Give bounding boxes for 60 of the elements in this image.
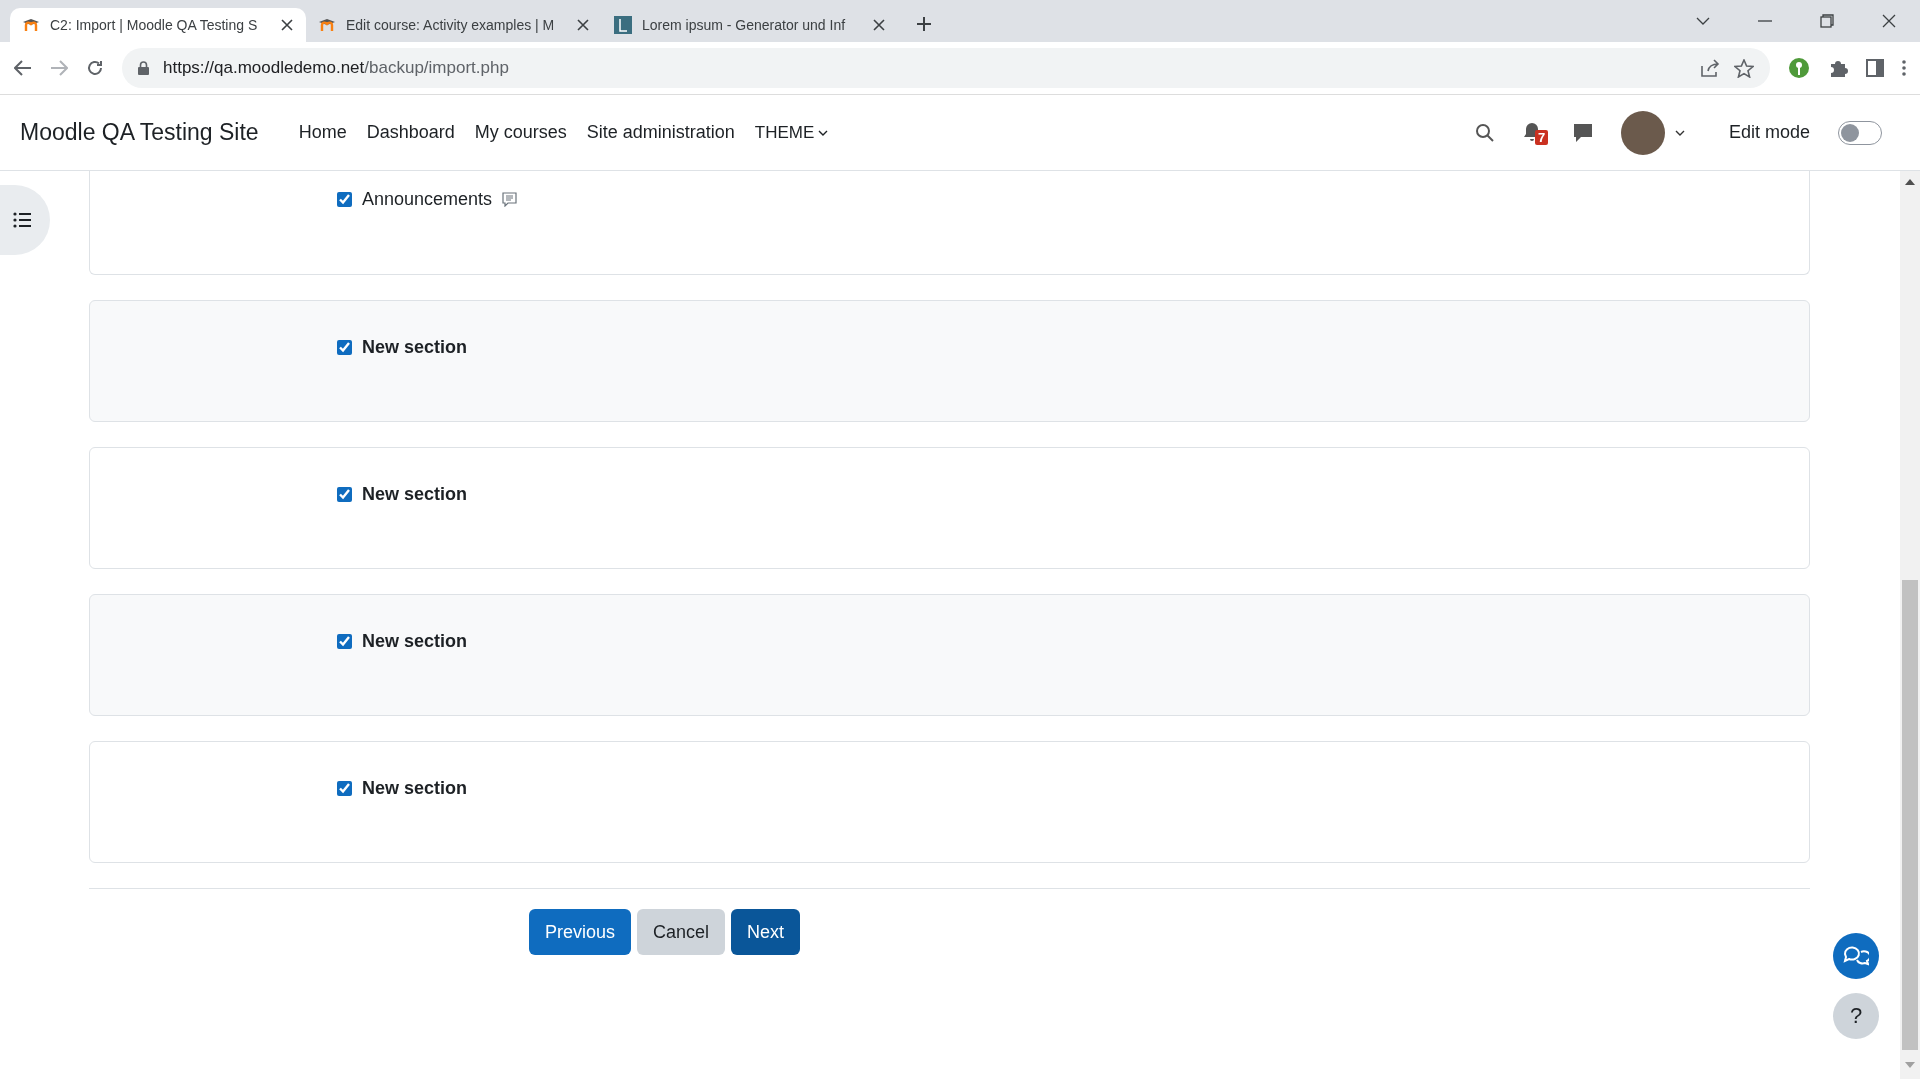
help-button[interactable]: ? [1833,993,1879,1039]
side-panel-icon[interactable] [1866,59,1884,77]
section-checkbox[interactable] [337,340,352,355]
section-label: New section [362,484,468,505]
section-checkbox[interactable] [337,634,352,649]
section-label: New section [362,778,468,799]
close-icon[interactable] [576,18,590,32]
menu-icon[interactable] [1902,60,1906,76]
nav-link[interactable]: My courses [474,122,567,143]
close-icon[interactable] [280,18,294,32]
edit-mode-toggle[interactable] [1838,120,1882,145]
search-icon[interactable] [1474,122,1495,143]
edit-mode-label: Edit mode [1728,122,1810,143]
chat-bubbles-icon [1843,945,1869,967]
nav-link[interactable]: Site administration [586,122,735,143]
url-text: https://qa.moodledemo.net/backup/import.php [163,58,509,78]
browser-tab[interactable]: Lorem ipsum - Generator und Inf [602,8,898,42]
share-icon[interactable] [1700,59,1720,77]
shield-extension-icon[interactable] [1788,57,1810,79]
chevron-down-icon[interactable] [1696,17,1710,25]
next-button[interactable]: Next [731,909,801,955]
nav-link[interactable]: Home [298,122,347,143]
letter-l-tile-icon [614,16,632,34]
puzzle-icon[interactable] [1828,58,1848,78]
forum-icon [502,192,518,207]
address-bar[interactable]: https://qa.moodledemo.net/backup/import.php [122,48,1770,88]
tab-title: Edit course: Activity examples | M [346,17,556,33]
section-checkbox[interactable] [337,781,352,796]
browser-tab[interactable]: C2: Import | Moodle QA Testing S [10,8,306,42]
chevron-down-icon [818,129,829,136]
star-icon[interactable] [1734,58,1754,78]
tab-title: C2: Import | Moodle QA Testing S [50,17,259,33]
previous-button[interactable]: Previous [529,909,632,955]
chat-button[interactable] [1833,933,1879,979]
scroll-up-icon[interactable] [1905,179,1915,185]
site-name[interactable]: Moodle QA Testing Site [20,119,259,146]
back-icon[interactable] [14,60,32,76]
speech-bubble-icon[interactable] [1572,122,1593,143]
close-icon[interactable] [1882,14,1896,28]
close-icon[interactable] [872,18,886,32]
course-index-button[interactable] [0,185,50,255]
tab-title: Lorem ipsum - Generator und Inf [642,17,847,33]
scrollbar-thumb[interactable] [1902,580,1918,1050]
graduation-cap-icon [22,18,40,32]
section-label: New section [362,631,468,652]
graduation-cap-icon [318,18,336,32]
reload-icon[interactable] [86,59,104,77]
browser-tab[interactable]: Edit course: Activity examples | M [306,8,602,42]
chevron-down-icon[interactable] [1674,129,1685,136]
nav-link[interactable]: Dashboard [366,122,455,143]
section-label: New section [362,337,468,358]
cancel-button[interactable]: Cancel [637,909,726,955]
lock-icon [138,61,149,75]
section-checkbox[interactable] [337,192,352,207]
list-icon [13,212,31,228]
notification-badge: 7 [1534,129,1549,145]
section-checkbox[interactable] [337,487,352,502]
activity-label: Announcements [362,189,493,210]
theme-menu[interactable]: THEME [754,122,829,143]
restore-icon[interactable] [1820,14,1834,28]
